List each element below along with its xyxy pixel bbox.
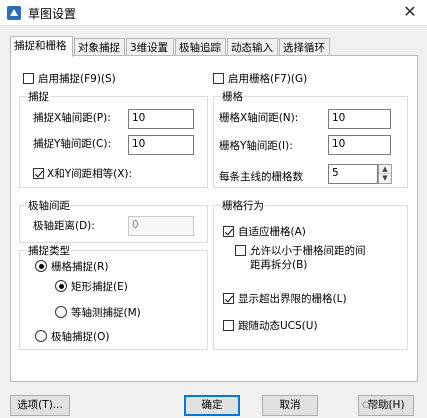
- grid-x-label: 栅格X轴间距(N):: [219, 112, 299, 124]
- iso-snap-radio[interactable]: [55, 306, 67, 318]
- snap-y-label: 捕捉Y轴间距(C):: [33, 138, 111, 150]
- tab-snap-grid[interactable]: 捕捉和栅格: [10, 36, 73, 57]
- close-button[interactable]: ✕: [393, 0, 427, 26]
- snap-y-input[interactable]: 10: [128, 135, 194, 155]
- grid-snap-radio[interactable]: [35, 260, 47, 272]
- enable-grid-label: 启用栅格(F7)(G): [228, 73, 308, 85]
- spin-down-icon[interactable]: ▼: [379, 174, 391, 183]
- polar-snap-radio[interactable]: [35, 330, 47, 342]
- equal-spacing-checkbox[interactable]: [33, 168, 44, 179]
- polar-spacing-group-label: 极轴间距: [27, 198, 71, 213]
- beyond-limits-checkbox[interactable]: [223, 293, 234, 304]
- polar-distance-label: 极轴距离(D):: [33, 220, 95, 232]
- adaptive-grid-checkbox[interactable]: [223, 226, 234, 237]
- cancel-button[interactable]: 取消: [262, 395, 318, 416]
- grid-y-input[interactable]: 10: [328, 135, 391, 155]
- title-bar: 草图设置 ✕: [0, 0, 427, 26]
- tab-selection-cycling[interactable]: 选择循环: [279, 38, 330, 56]
- tab-dynamic-input[interactable]: 动态输入: [227, 38, 278, 56]
- snap-x-input[interactable]: 10: [128, 109, 194, 129]
- tab-3d-settings[interactable]: 3维设置: [126, 38, 174, 56]
- tab-panel: 启用捕捉(F9)(S) 捕捉 捕捉X轴间距(P): 10 捕捉Y轴间距(C): …: [10, 55, 418, 382]
- subdivide-label-line2: 距再拆分(B): [250, 259, 308, 271]
- iso-snap-label: 等轴测捕捉(M): [71, 307, 141, 319]
- ok-button[interactable]: 确定: [184, 395, 240, 416]
- app-icon: [7, 6, 21, 20]
- options-button[interactable]: 选项(T)...: [10, 395, 70, 416]
- grid-behavior-group-label: 栅格行为: [221, 198, 265, 213]
- grid-y-label: 栅格Y轴间距(I):: [219, 140, 293, 152]
- enable-snap-checkbox[interactable]: [23, 73, 34, 84]
- polar-snap-label: 极轴捕捉(O): [51, 331, 110, 343]
- equal-spacing-label: X和Y间距相等(X):: [47, 168, 133, 180]
- snap-type-group: [19, 250, 208, 350]
- snap-x-label: 捕捉X轴间距(P):: [33, 112, 111, 124]
- beyond-limits-label: 显示超出界限的栅格(L): [238, 293, 347, 305]
- subdivide-checkbox[interactable]: [235, 245, 246, 256]
- follow-ucs-checkbox[interactable]: [223, 320, 234, 331]
- enable-grid-checkbox[interactable]: [213, 73, 224, 84]
- watermark-text: CAD吧: [362, 401, 391, 411]
- grid-x-input[interactable]: 10: [328, 109, 391, 129]
- major-line-input[interactable]: 5: [328, 164, 378, 184]
- close-icon: ✕: [403, 2, 417, 21]
- spin-up-icon[interactable]: ▲: [379, 165, 391, 174]
- tab-polar-tracking[interactable]: 极轴追踪: [175, 38, 226, 56]
- follow-ucs-label: 跟随动态UCS(U): [238, 320, 318, 332]
- grid-group-label: 栅格: [221, 89, 244, 104]
- grid-snap-label: 栅格捕捉(R): [51, 261, 109, 273]
- major-line-label: 每条主线的栅格数: [219, 171, 303, 183]
- enable-snap-label: 启用捕捉(F9)(S): [38, 73, 116, 85]
- window-title: 草图设置: [28, 7, 77, 21]
- subdivide-label-line1: 允许以小于栅格间距的间: [250, 245, 366, 257]
- adaptive-grid-label: 自适应栅格(A): [238, 226, 306, 238]
- polar-distance-input[interactable]: 0: [128, 216, 194, 236]
- rect-snap-radio[interactable]: [55, 280, 67, 292]
- rect-snap-label: 矩形捕捉(E): [71, 281, 128, 293]
- snap-group-label: 捕捉: [27, 89, 50, 104]
- major-line-spinner[interactable]: ▲ ▼: [378, 164, 392, 184]
- tab-object-snap[interactable]: 对象捕捉: [74, 38, 125, 56]
- snap-type-group-label: 捕捉类型: [27, 243, 71, 258]
